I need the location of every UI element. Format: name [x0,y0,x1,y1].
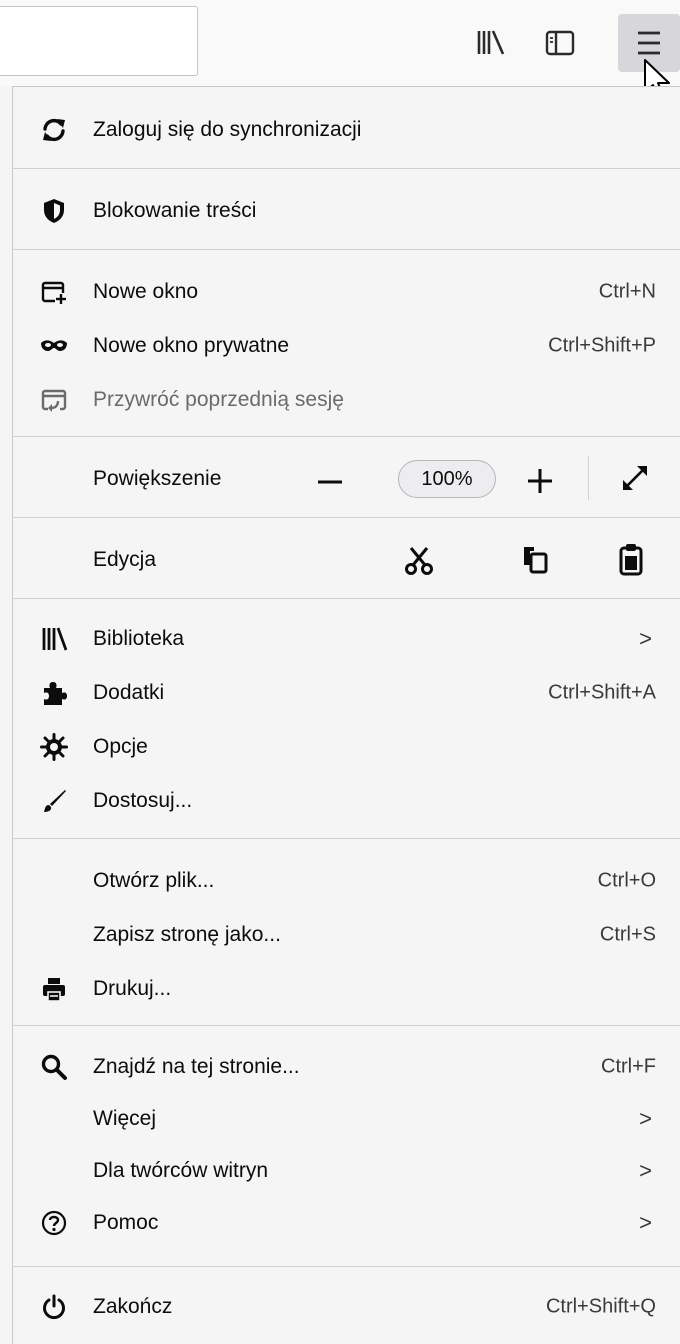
url-bar[interactable] [0,6,198,76]
zoom-reset-button[interactable]: 100% [398,460,496,498]
menu-item-label: Nowe okno prywatne [93,334,290,357]
menu-separator [12,517,680,518]
submenu-arrow-icon: > [639,1106,652,1131]
menu-separator [12,1266,680,1267]
menu-item-more[interactable]: Więcej > [12,1092,680,1146]
menu-item-label: Zapisz stronę jako... [93,923,281,946]
fullscreen-icon[interactable] [615,458,655,498]
menu-item-find[interactable]: Znajdź na tej stronie... Ctrl+F [12,1040,680,1094]
menu-item-sync[interactable]: Zaloguj się do synchronizacji [12,103,680,157]
paste-icon[interactable] [614,541,648,577]
menu-item-label: Dostosuj... [93,789,193,812]
submenu-arrow-icon: > [639,1158,652,1183]
menu-item-zoom: Powiększenie 100% [12,450,680,508]
menu-separator [12,598,680,599]
paintbrush-icon [44,790,66,812]
menu-separator [12,249,680,250]
menu-item-options[interactable]: Opcje [12,720,680,774]
menu-item-content-blocking[interactable]: Blokowanie treści [12,184,680,238]
menu-separator [12,838,680,839]
menu-item-label: Nowe okno [93,280,199,303]
puzzle-icon [44,682,67,705]
menu-item-addons[interactable]: Dodatki Ctrl+Shift+A [12,666,680,720]
library-icon [477,30,505,55]
sidebar-icon [545,30,575,56]
submenu-arrow-icon: > [639,1210,652,1235]
menu-item-save-page[interactable]: Zapisz stronę jako... Ctrl+S [12,908,680,962]
menu-item-shortcut: Ctrl+S [599,923,656,946]
sync-icon [43,118,65,142]
menu-item-quit[interactable]: Zakończ Ctrl+Shift+Q [12,1280,680,1334]
menu-item-library[interactable]: Biblioteka > [12,612,680,666]
menu-item-shortcut: Ctrl+Shift+P [548,334,656,357]
menu-item-label: Znajdź na tej stronie... [93,1055,300,1078]
shield-icon [44,199,64,223]
zoom-out-button[interactable] [312,460,352,500]
gear-icon [40,733,68,761]
menu-item-label: Zaloguj się do synchronizacji [93,118,362,141]
menu-item-shortcut: Ctrl+Shift+A [548,681,656,704]
menu-item-new-private-window[interactable]: Nowe okno prywatne Ctrl+Shift+P [12,319,680,373]
menu-item-open-file[interactable]: Otwórz plik... Ctrl+O [12,854,680,908]
menu-item-label: Przywróć poprzednią sesję [93,388,344,411]
menu-item-label: Otwórz plik... [93,869,215,892]
menu-item-restore-session[interactable]: Przywróć poprzednią sesję [12,373,680,427]
menu-item-help[interactable]: Pomoc > [12,1196,680,1250]
menu-item-print[interactable]: Drukuj... [12,962,680,1016]
restore-session-icon [41,389,67,412]
menu-separator [12,168,680,169]
menu-item-label: Opcje [93,735,148,758]
menu-separator [12,1025,680,1026]
search-icon [41,1054,67,1080]
browser-toolbar [0,0,680,101]
menu-separator [12,436,680,437]
menu-item-customize[interactable]: Dostosuj... [12,774,680,828]
menu-item-label: Dla twórców witryn [93,1159,269,1182]
menu-item-shortcut: Ctrl+N [598,280,656,303]
power-icon [43,1294,65,1320]
library-icon [42,627,68,651]
menu-item-label: Drukuj... [93,977,172,1000]
menu-item-shortcut: Ctrl+Shift+Q [545,1295,656,1318]
printer-icon [43,978,65,1002]
menu-item-shortcut: Ctrl+O [597,869,656,892]
help-icon [41,1210,67,1236]
menu-item-shortcut: Ctrl+F [601,1055,656,1078]
zoom-in-button[interactable] [520,458,560,498]
cut-icon[interactable] [402,543,436,577]
new-window-icon [41,281,67,305]
menu-item-edit: Edycja [12,533,680,587]
mask-icon [41,340,67,351]
library-button[interactable] [462,14,520,72]
copy-icon[interactable] [518,543,552,577]
edit-label: Edycja [93,548,157,571]
menu-item-label: Blokowanie treści [93,199,257,222]
zoom-label: Powiększenie [93,467,222,490]
menu-item-new-window[interactable]: Nowe okno Ctrl+N [12,265,680,319]
menu-item-label: Pomoc [93,1211,159,1234]
menu-item-label: Zakończ [93,1295,173,1318]
menu-item-label: Więcej [93,1107,157,1130]
menu-item-label: Biblioteka [93,627,185,650]
submenu-arrow-icon: > [639,626,652,651]
sidebar-button[interactable] [532,14,590,72]
menu-item-web-developer[interactable]: Dla twórców witryn > [12,1144,680,1198]
zoom-separator [588,456,589,500]
menu-item-label: Dodatki [93,681,165,704]
